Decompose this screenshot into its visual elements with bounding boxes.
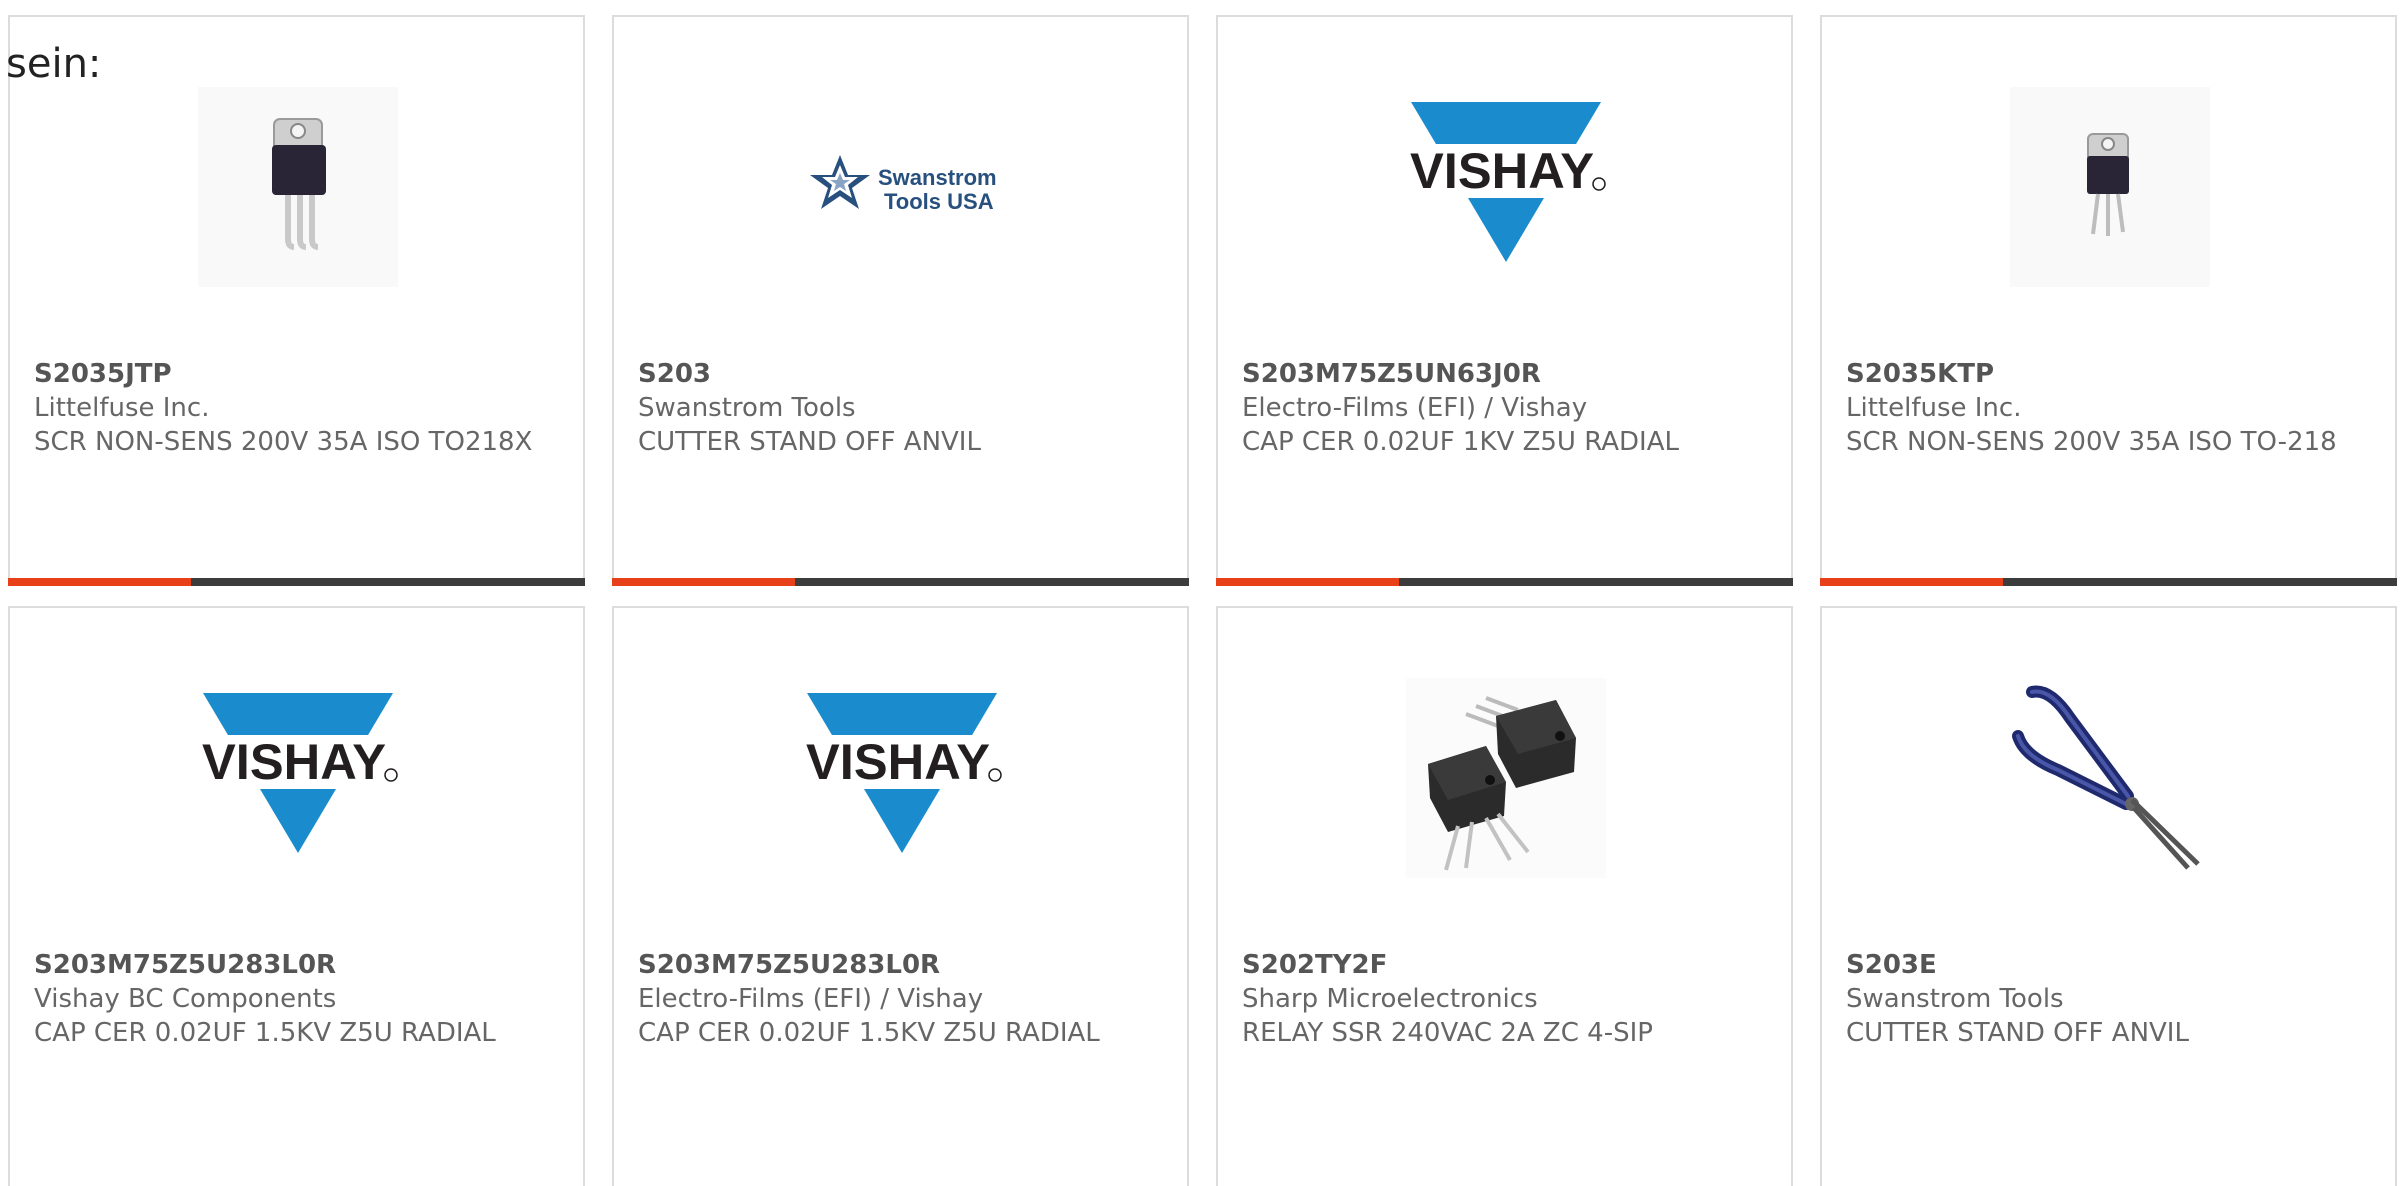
description: RELAY SSR 240VAC 2A ZC 4-SIP xyxy=(1242,1018,1653,1048)
card-accent-bar xyxy=(8,578,585,586)
product-card[interactable]: S2035KTP Littelfuse Inc. SCR NON-SENS 20… xyxy=(1820,15,2397,586)
vishay-logo: VISHAY xyxy=(802,693,1002,853)
product-card[interactable]: VISHAY S203M75Z5U283L0R Electro-Films (E… xyxy=(612,606,1189,1186)
scr-to218-component-icon xyxy=(2087,133,2129,236)
product-card[interactable]: Swanstrom Tools USA S203 Swanstrom Tools… xyxy=(612,15,1189,586)
description: CAP CER 0.02UF 1.5KV Z5U RADIAL xyxy=(34,1018,496,1048)
ssr-relay-component-icon xyxy=(1428,696,1576,871)
manufacturer: Sharp Microelectronics xyxy=(1242,984,1538,1014)
product-image[interactable]: VISHAY xyxy=(198,678,398,878)
product-card[interactable]: VISHAY S203M75Z5U283L0R Vishay BC Compon… xyxy=(8,606,585,1186)
logo-line-2: Tools USA xyxy=(884,189,994,214)
description: CAP CER 0.02UF 1KV Z5U RADIAL xyxy=(1242,427,1679,457)
product-image[interactable]: VISHAY xyxy=(802,678,1002,878)
product-image[interactable] xyxy=(2010,87,2210,287)
vishay-logo-text: VISHAY xyxy=(806,734,990,790)
manufacturer: Electro-Films (EFI) / Vishay xyxy=(1242,393,1588,423)
manufacturer: Electro-Films (EFI) / Vishay xyxy=(638,984,984,1014)
card-accent-bar xyxy=(1216,578,1793,586)
part-number-link[interactable]: S203M75Z5U283L0R xyxy=(34,948,559,982)
vishay-logo: VISHAY xyxy=(1406,102,1606,262)
part-number-link[interactable]: S2035KTP xyxy=(1846,357,2371,391)
vishay-logo-text: VISHAY xyxy=(1410,143,1594,199)
part-number-link[interactable]: S2035JTP xyxy=(34,357,559,391)
part-number-link[interactable]: S203M75Z5U283L0R xyxy=(638,948,1163,982)
manufacturer: Swanstrom Tools xyxy=(638,393,856,423)
product-card[interactable]: VISHAY S203M75Z5UN63J0R Electro-Films (E… xyxy=(1216,15,1793,586)
manufacturer: Littelfuse Inc. xyxy=(34,393,210,423)
vishay-logo: VISHAY xyxy=(198,693,398,853)
part-number-link[interactable]: S203M75Z5UN63J0R xyxy=(1242,357,1767,391)
manufacturer: Vishay BC Components xyxy=(34,984,337,1014)
product-card[interactable]: S2035JTP Littelfuse Inc. SCR NON-SENS 20… xyxy=(8,15,585,586)
product-image[interactable] xyxy=(1406,678,1606,878)
card-accent-bar xyxy=(612,578,1189,586)
product-card[interactable]: S203E Swanstrom Tools CUTTER STAND OFF A… xyxy=(1820,606,2397,1186)
logo-line-1: Swanstrom xyxy=(878,165,997,190)
part-number-link[interactable]: S203 xyxy=(638,357,1163,391)
part-number-link[interactable]: S202TY2F xyxy=(1242,948,1767,982)
description: SCR NON-SENS 200V 35A ISO TO218X xyxy=(34,427,533,457)
manufacturer: Swanstrom Tools xyxy=(1846,984,2064,1014)
product-image[interactable]: Swanstrom Tools USA xyxy=(802,87,1002,287)
product-image[interactable] xyxy=(198,87,398,287)
description: SCR NON-SENS 200V 35A ISO TO-218 xyxy=(1846,427,2337,457)
description: CUTTER STAND OFF ANVIL xyxy=(1846,1018,2189,1048)
manufacturer: Littelfuse Inc. xyxy=(1846,393,2022,423)
product-image[interactable]: VISHAY xyxy=(1406,87,1606,287)
lead-text: sein: xyxy=(6,41,102,87)
swanstrom-tools-logo: Swanstrom Tools USA xyxy=(810,155,997,214)
description: CUTTER STAND OFF ANVIL xyxy=(638,427,981,457)
vishay-logo-text: VISHAY xyxy=(202,734,386,790)
description: CAP CER 0.02UF 1.5KV Z5U RADIAL xyxy=(638,1018,1100,1048)
part-number-link[interactable]: S203E xyxy=(1846,948,2371,982)
product-card[interactable]: S202TY2F Sharp Microelectronics RELAY SS… xyxy=(1216,606,1793,1186)
card-accent-bar xyxy=(1820,578,2397,586)
scr-to218-component-icon xyxy=(272,118,326,250)
product-image[interactable] xyxy=(2010,678,2210,878)
cutter-pliers-icon xyxy=(2012,685,2200,870)
